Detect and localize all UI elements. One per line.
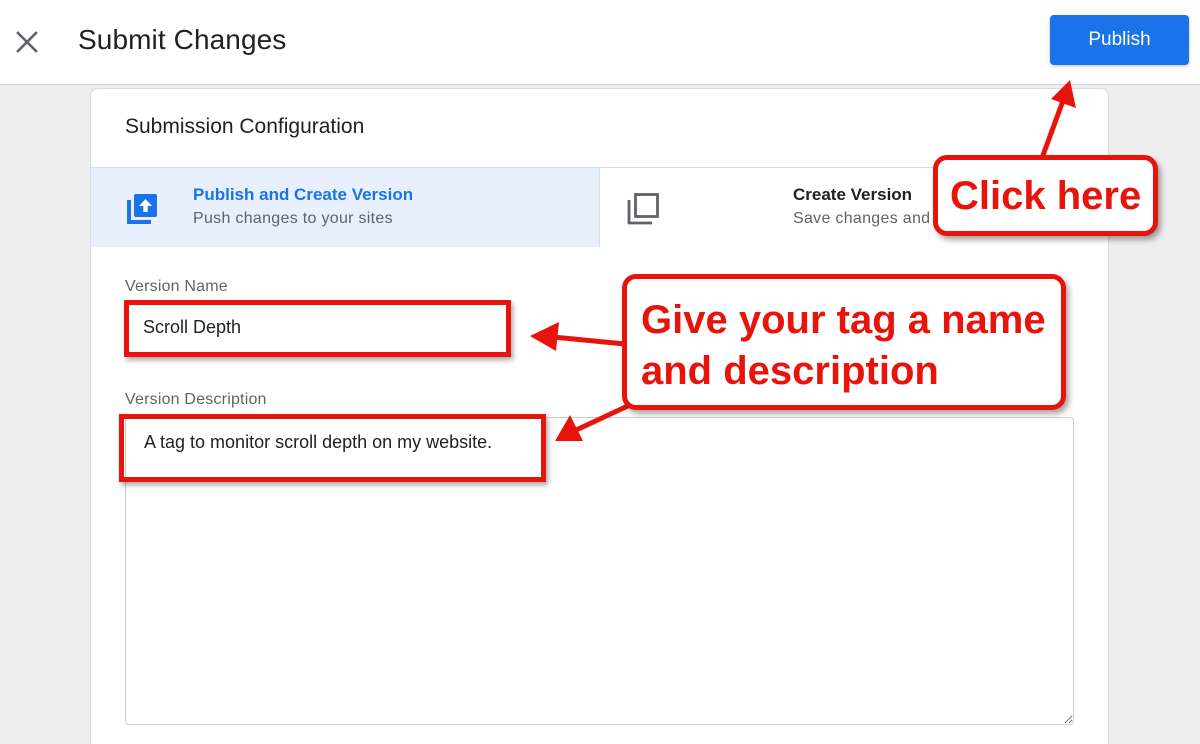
copy-version-icon xyxy=(626,192,660,226)
option-title: Create Version xyxy=(793,185,913,204)
callout-text-line1: Give your tag a name xyxy=(641,298,1046,342)
version-description-label: Version Description xyxy=(125,391,267,408)
top-bar: Submit Changes Publish xyxy=(0,0,1200,85)
option-subtitle: Push changes to your sites xyxy=(193,210,393,227)
option-publish-and-create-version[interactable]: Publish and Create Version Push changes … xyxy=(91,168,599,247)
card-title: Submission Configuration xyxy=(125,115,365,138)
version-description-textarea[interactable]: A tag to monitor scroll depth on my webs… xyxy=(125,417,1074,725)
version-name-label: Version Name xyxy=(125,278,228,295)
callout-text-line2: and description xyxy=(641,349,939,393)
publish-button[interactable]: Publish xyxy=(1050,15,1189,65)
click-here-callout: Click here xyxy=(933,155,1158,236)
callout-text: Click here xyxy=(950,174,1142,218)
name-description-callout: Give your tag a name and description xyxy=(622,274,1066,410)
version-name-input[interactable] xyxy=(125,304,505,350)
page-title: Submit Changes xyxy=(78,24,287,55)
option-title: Publish and Create Version xyxy=(193,185,414,204)
publish-upload-icon xyxy=(125,192,159,226)
close-icon[interactable] xyxy=(10,25,44,59)
